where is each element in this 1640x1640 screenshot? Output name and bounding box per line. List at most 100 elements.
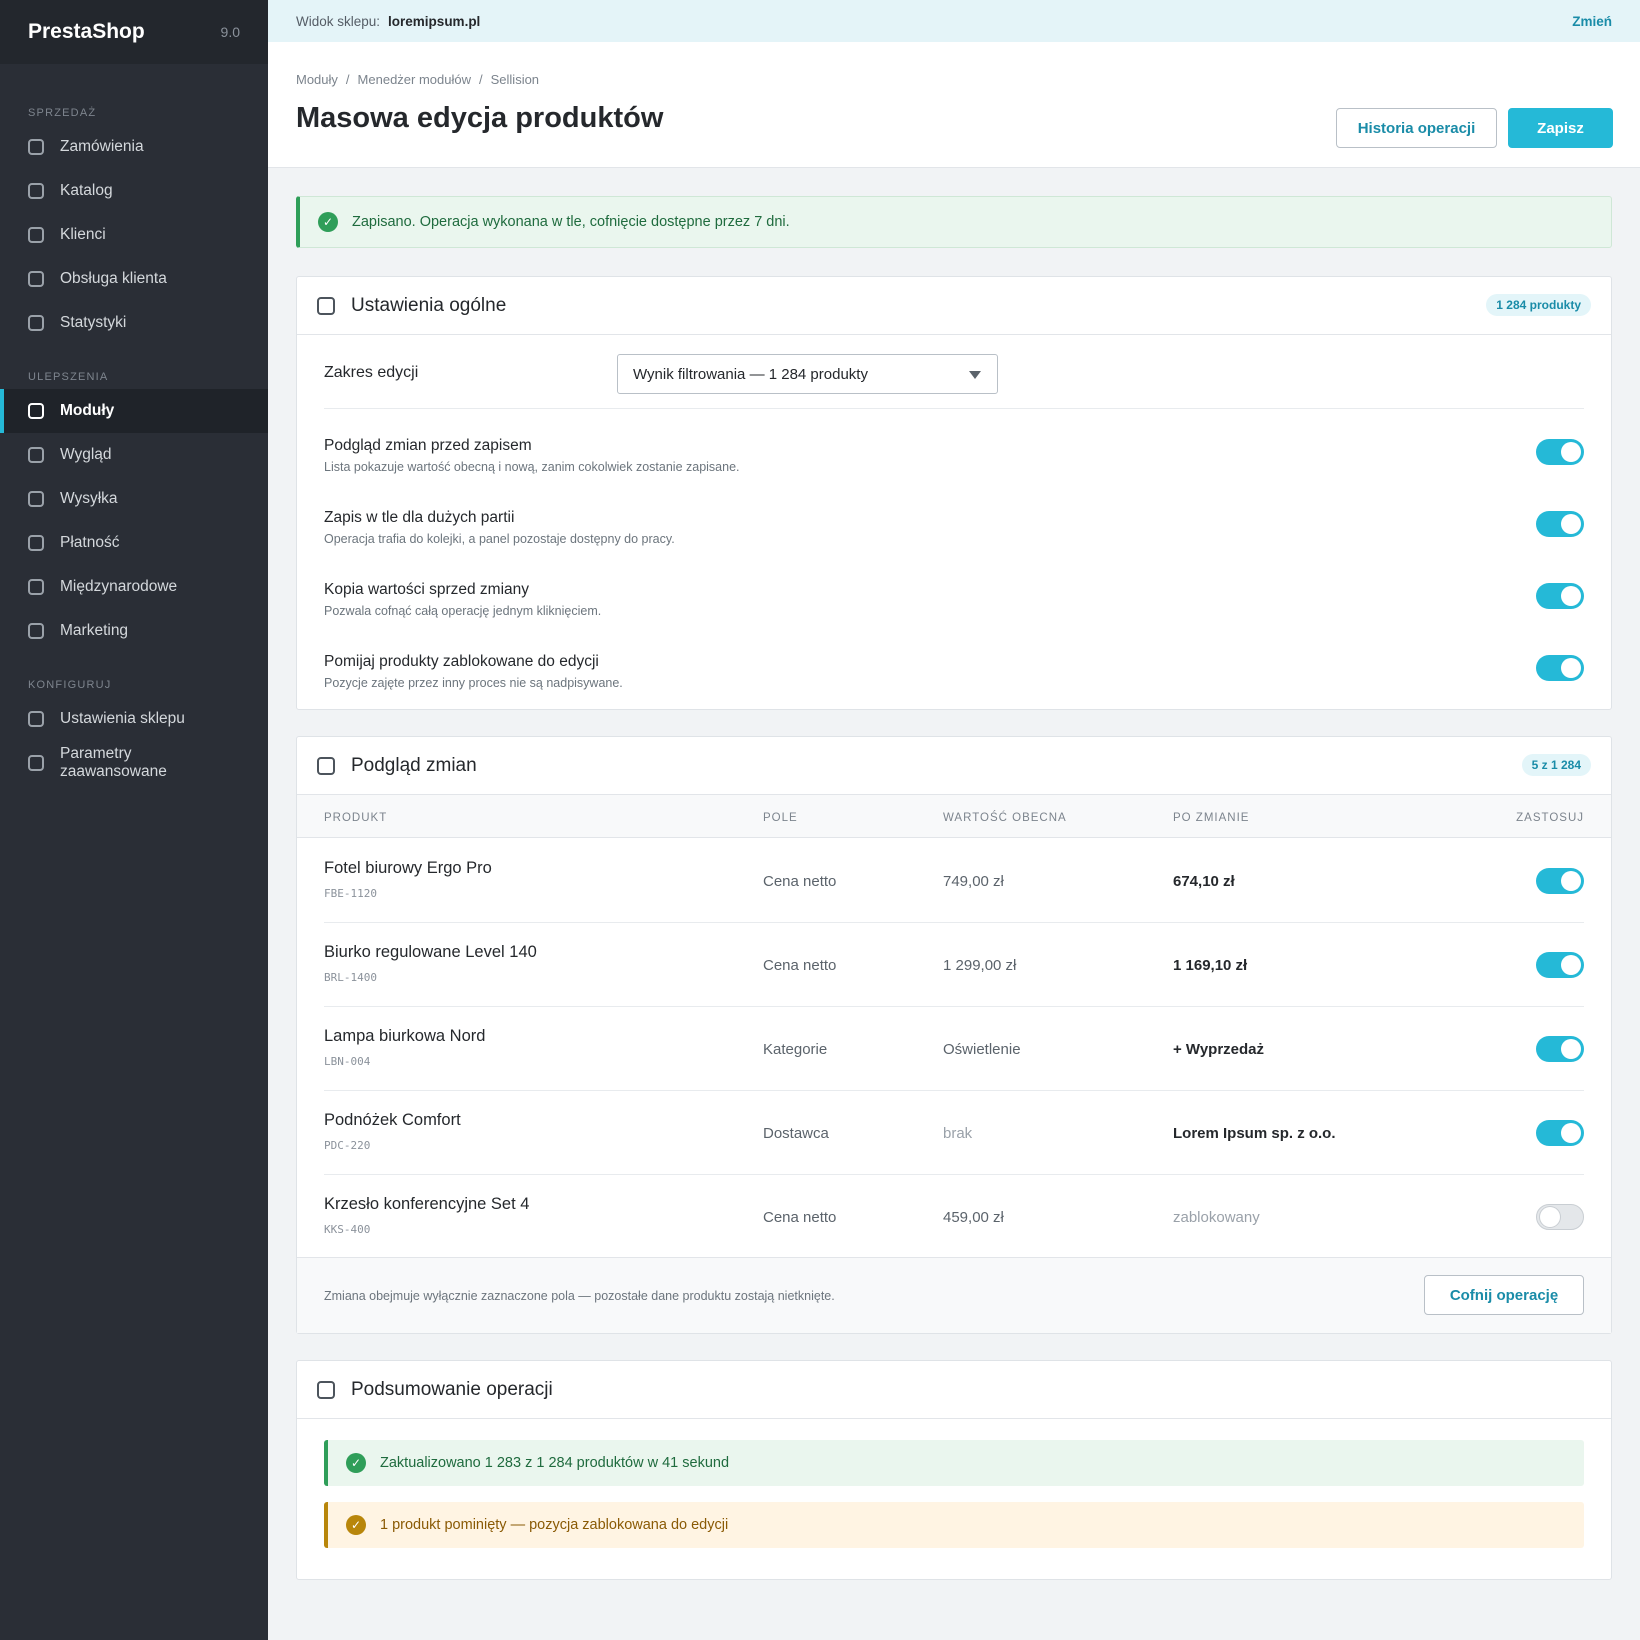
version-label: 9.0 [220,24,240,40]
breadcrumb: Moduły / Menedżer modułów / Sellision [296,72,539,87]
sidebar: PrestaShop 9.0 SPRZEDAŻ Zamówienia Katal… [0,0,268,1640]
sidebar-item-label: Płatność [60,534,120,551]
card-header: Podgląd zmian 5 z 1 284 [297,737,1611,795]
warning-check-icon: ✓ [346,1515,366,1535]
new-value: + Wyprzedaż [1173,1041,1265,1058]
save-button[interactable]: Zapisz [1508,108,1613,148]
changes-preview-card: Podgląd zmian 5 z 1 284 PRODUKT POLE WAR… [296,736,1612,1334]
checkbox-icon [28,711,44,727]
new-value: 674,10 zł [1173,873,1235,890]
product-name[interactable]: Podnóżek Comfort [324,1111,461,1130]
sidebar-item-payment[interactable]: Płatność [0,521,268,565]
checkbox-icon [28,271,44,287]
operation-history-button[interactable]: Historia operacji [1336,108,1497,148]
current-value: 1 299,00 zł [943,957,1017,974]
setting-title: Kopia wartości sprzed zmiany [324,581,530,598]
sidebar-item-label: Parametry zaawansowane [60,745,167,780]
card-title: Podgląd zmian [351,754,477,776]
breadcrumb-separator: / [345,72,350,87]
new-value: 1 169,10 zł [1173,957,1248,974]
checkbox-icon [28,447,44,463]
product-name[interactable]: Krzesło konferencyjne Set 4 [324,1195,529,1214]
column-apply: ZASTOSUJ [1516,812,1584,824]
sidebar-item-stats[interactable]: Statystyki [0,301,268,345]
sidebar-item-international[interactable]: Międzynarodowe [0,565,268,609]
preview-icon [317,756,335,775]
apply-toggle[interactable] [1536,1036,1584,1062]
sidebar-item-catalog[interactable]: Katalog [0,169,268,213]
sidebar-item-design[interactable]: Wygląd [0,433,268,477]
apply-toggle[interactable] [1536,1120,1584,1146]
apply-toggle[interactable] [1536,952,1584,978]
field-name: Kategorie [763,1041,828,1058]
checkbox-icon [28,227,44,243]
product-name[interactable]: Biurko regulowane Level 140 [324,943,537,962]
breadcrumb-current: Sellision [490,72,540,87]
toggle-backup-values[interactable] [1536,583,1584,609]
edit-scope-select[interactable]: Wynik filtrowania — 1 284 produkty [617,354,998,394]
sidebar-header: PrestaShop 9.0 [0,0,268,64]
setting-description: Pozycje zajęte przez inny proces nie są … [324,676,623,690]
current-value: brak [943,1125,973,1142]
checkbox-icon [28,403,44,419]
product-name[interactable]: Lampa biurkowa Nord [324,1027,485,1046]
preview-count-badge: 5 z 1 284 [1521,754,1591,776]
sidebar-item-label: Katalog [60,182,113,199]
sidebar-item-marketing[interactable]: Marketing [0,609,268,653]
change-shop-link[interactable]: Zmień [1572,14,1612,29]
check-circle-icon: ✓ [318,212,338,232]
shop-view-label: Widok sklepu: [296,13,381,29]
edit-scope-label: Zakres edycji [324,364,419,381]
card-title: Ustawienia ogólne [351,294,507,316]
checkbox-icon [28,535,44,551]
table-row: Podnóżek Comfort PDC-220 Dostawca brak L… [324,1091,1584,1175]
settings-icon [317,296,335,315]
breadcrumb-module-manager[interactable]: Menedżer modułów [358,72,471,87]
setting-description: Lista pokazuje wartość obecną i nową, za… [324,460,740,474]
operation-summary-card: Podsumowanie operacji ✓ Zaktualizowano 1… [296,1360,1612,1580]
brand-logo[interactable]: PrestaShop [28,20,145,44]
product-sku: LBN-004 [324,1055,371,1068]
table-row: Biurko regulowane Level 140 BRL-1400 Cen… [324,923,1584,1007]
summary-icon [317,1380,335,1399]
sidebar-item-label: Ustawienia sklepu [60,710,185,727]
sidebar-item-orders[interactable]: Zamówienia [0,125,268,169]
setting-preview-before-save: Podgląd zmian przed zapisem Lista pokazu… [324,437,1584,474]
sidebar-item-advanced-parameters[interactable]: Parametry zaawansowane [0,741,268,785]
sidebar-item-label: Obsługa klienta [60,270,167,287]
card-title: Podsumowanie operacji [351,1378,553,1400]
table-row: Fotel biurowy Ergo Pro FBE-1120 Cena net… [324,839,1584,923]
card-footer: Zmiana obejmuje wyłącznie zaznaczone pol… [297,1257,1611,1333]
breadcrumb-modules[interactable]: Moduły [296,72,338,87]
table-row: Krzesło konferencyjne Set 4 KKS-400 Cena… [324,1175,1584,1259]
summary-warning-text: 1 produkt pominięty — pozycja zablokowan… [380,1517,729,1533]
toggle-preview-before-save[interactable] [1536,439,1584,465]
sidebar-item-customer-service[interactable]: Obsługa klienta [0,257,268,301]
product-name[interactable]: Fotel biurowy Ergo Pro [324,859,492,878]
setting-skip-locked: Pomijaj produkty zablokowane do edycji P… [324,653,1584,690]
checkbox-icon [28,623,44,639]
sidebar-item-label: Wysyłka [60,490,118,507]
sidebar-item-modules[interactable]: Moduły [0,389,268,433]
shop-name[interactable]: loremipsum.pl [388,14,480,29]
sidebar-item-label: Międzynarodowe [60,578,178,595]
toggle-skip-locked[interactable] [1536,655,1584,681]
toggle-background-save[interactable] [1536,511,1584,537]
apply-toggle[interactable] [1536,868,1584,894]
sidebar-item-shop-parameters[interactable]: Ustawienia sklepu [0,697,268,741]
sidebar-item-customers[interactable]: Klienci [0,213,268,257]
apply-toggle[interactable] [1536,1204,1584,1230]
undo-operation-button[interactable]: Cofnij operację [1424,1275,1584,1315]
field-name: Cena netto [763,1209,837,1226]
checkbox-icon [28,315,44,331]
sidebar-item-shipping[interactable]: Wysyłka [0,477,268,521]
current-value: 749,00 zł [943,873,1004,890]
chevron-down-icon [969,371,981,379]
new-value: Lorem Ipsum sp. z o.o. [1173,1125,1336,1142]
edit-scope-value: Wynik filtrowania — 1 284 produkty [633,365,868,383]
table-row: Lampa biurkowa Nord LBN-004 Kategorie Oś… [324,1007,1584,1091]
setting-background-save: Zapis w tle dla dużych partii Operacja t… [324,509,1584,546]
current-value: 459,00 zł [943,1209,1004,1226]
breadcrumb-separator: / [479,72,483,87]
card-header: Podsumowanie operacji [297,1361,1611,1419]
